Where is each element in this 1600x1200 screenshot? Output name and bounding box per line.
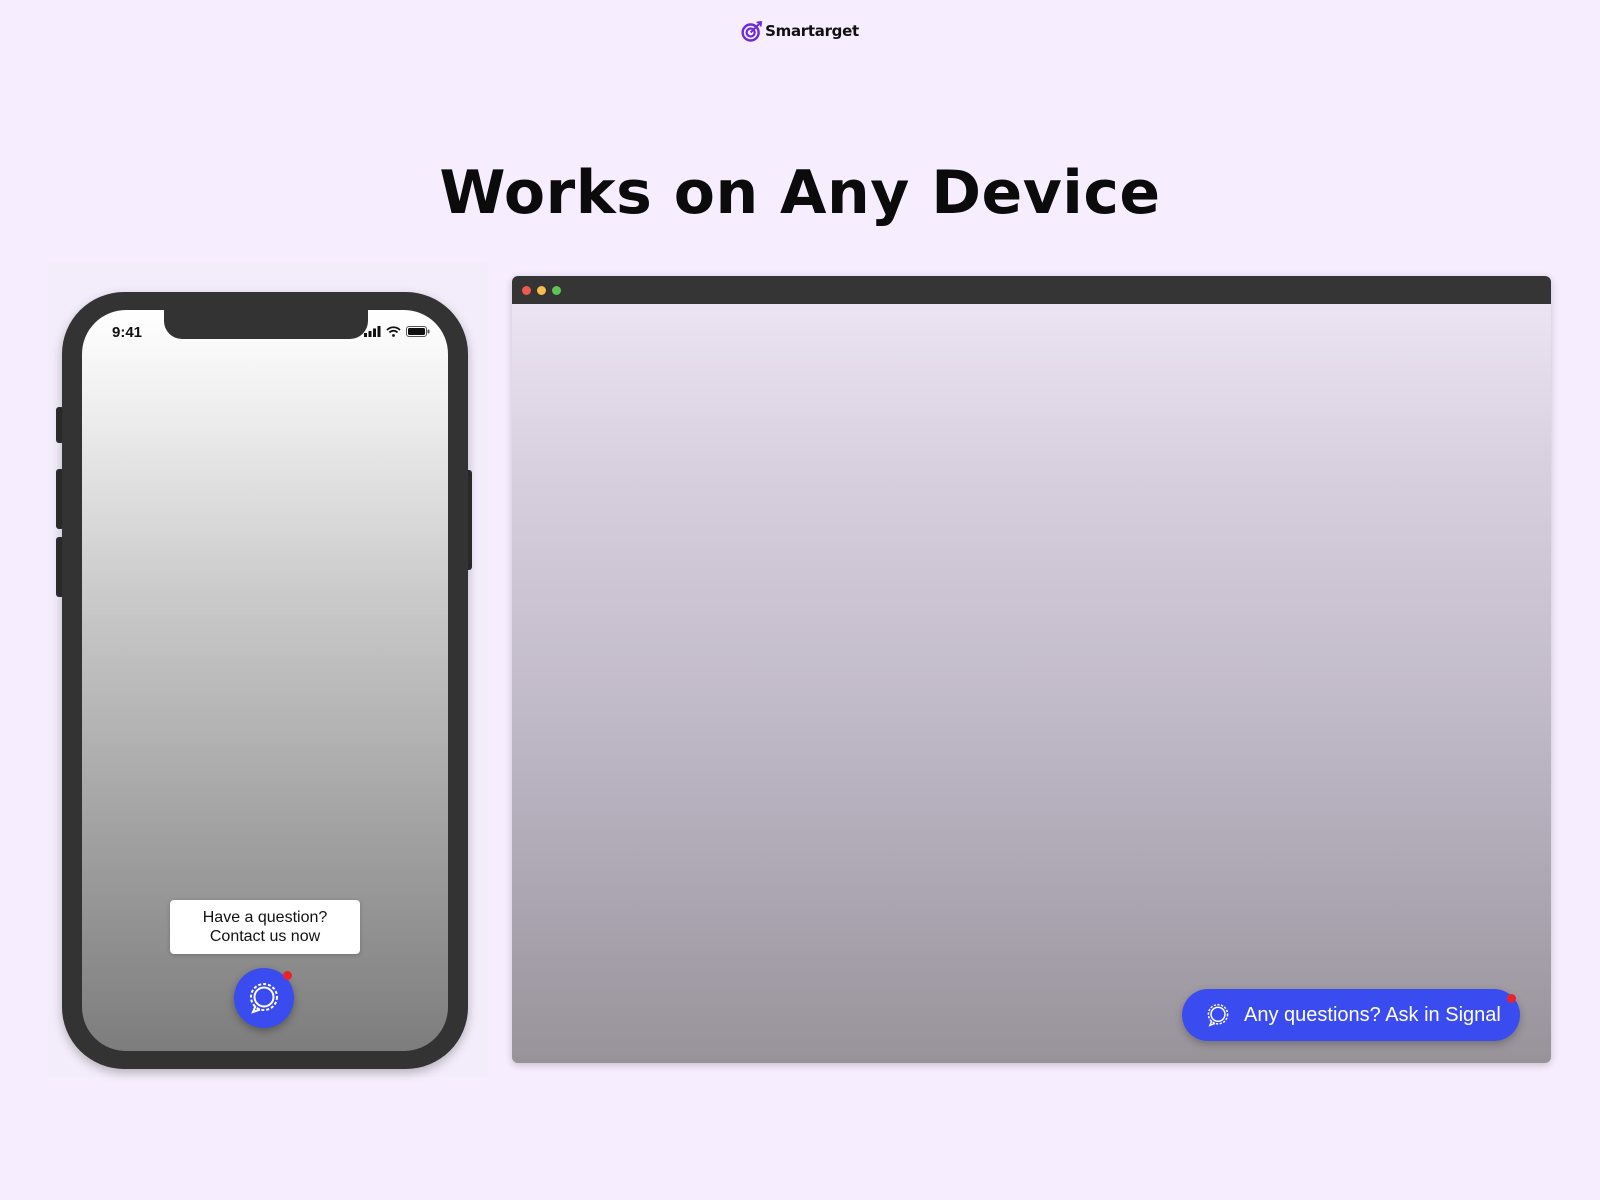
signal-bars-icon <box>364 326 381 337</box>
signal-chat-button[interactable] <box>234 968 294 1028</box>
signal-chat-icon <box>250 983 278 1014</box>
brand-name: Smartarget <box>765 22 859 40</box>
ask-in-signal-label: Any questions? Ask in Signal <box>1244 1003 1501 1026</box>
notification-dot <box>1507 994 1516 1003</box>
maximize-window-dot[interactable] <box>552 285 561 295</box>
battery-icon <box>406 326 430 337</box>
ask-in-signal-button[interactable]: Any questions? Ask in Signal <box>1182 989 1520 1041</box>
minimize-window-dot[interactable] <box>537 285 546 295</box>
phone-body: 9:41 Have a question? Contact us now <box>62 292 468 1069</box>
browser-viewport: Any questions? Ask in Signal <box>512 304 1551 1063</box>
wifi-icon <box>386 326 401 337</box>
page-title: Works on Any Device <box>439 158 1161 228</box>
status-time: 9:41 <box>112 324 143 341</box>
tooltip-line-2: Contact us now <box>209 928 321 945</box>
browser-mockup: Any questions? Ask in Signal <box>512 276 1551 1063</box>
signal-chat-icon <box>1207 1003 1229 1027</box>
target-arrow-icon <box>741 20 763 42</box>
page: Smartarget Works on Any Device 9:41 Have… <box>0 0 1600 1200</box>
phone-notch <box>164 310 368 339</box>
notification-dot <box>283 971 292 980</box>
contact-tooltip[interactable]: Have a question? Contact us now <box>170 900 360 954</box>
close-window-dot[interactable] <box>522 285 531 295</box>
brand-logo[interactable]: Smartarget <box>741 20 859 42</box>
tooltip-line-1: Have a question? <box>202 909 328 926</box>
status-icons <box>364 326 430 337</box>
browser-title-bar <box>512 276 1551 304</box>
phone-mockup: 9:41 Have a question? Contact us now <box>48 262 488 1077</box>
phone-screen: 9:41 Have a question? Contact us now <box>82 310 448 1051</box>
